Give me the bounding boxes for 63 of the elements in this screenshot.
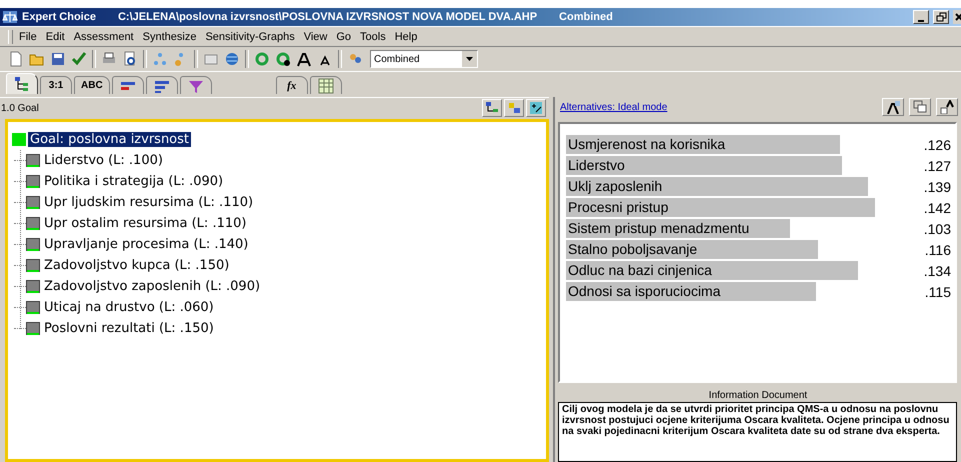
alternative-name: Stalno poboljsavanje [568, 241, 698, 257]
app-icon [2, 10, 18, 24]
tree-node[interactable]: Goal: poslovna izvrsnost [28, 132, 192, 147]
grid-icon [318, 78, 334, 94]
priority-value: .127 [922, 158, 951, 174]
font-larger-icon[interactable] [296, 51, 312, 67]
tree-node[interactable]: Upr ostalim resursima (L: .110) [42, 216, 248, 231]
alternative-name: Liderstvo [568, 157, 625, 173]
menu-item[interactable]: Tools [360, 30, 386, 44]
menu-item[interactable]: Synthesize [142, 30, 196, 44]
menu-item[interactable]: View [304, 30, 328, 44]
tree-node[interactable]: Uticaj na drustvo (L: .060) [42, 300, 216, 315]
alternatives-link[interactable]: Alternatives: Ideal mode [560, 102, 668, 112]
menu-item[interactable]: Edit [46, 30, 65, 44]
globe-icon[interactable] [224, 51, 240, 67]
nodes-icon[interactable] [152, 51, 168, 67]
caret-icon [466, 57, 473, 61]
expand-icon[interactable] [913, 100, 927, 114]
alternative-name: Sistem pristup menadzmentu [568, 220, 750, 236]
checkmark-icon[interactable] [71, 51, 87, 67]
node-path: 1.0 Goal [1, 102, 39, 114]
alternative-name: Procesni pristup [568, 199, 668, 215]
alternative-name: Odluc na bazi cinjenica [568, 262, 712, 278]
close-icon[interactable] [953, 10, 961, 24]
restore-icon[interactable] [933, 10, 949, 24]
tab[interactable]: ABC [74, 76, 110, 94]
tree-node[interactable]: Politika i strategija (L: .090) [42, 174, 226, 189]
priority-value: .103 [922, 220, 951, 236]
information-text: Cilj ovog modela je da se utvrdi prioritet principa QMS-a u odnosu na poslovnu izvrsnost postujuci ocjene kriterijuma Oscara kvaliteta. Ocjene principa u odnosu na svaki pojedinacni kriterijum Oscara kvaliteta date su od strane dva eksperta. [558, 402, 957, 462]
tree-node[interactable]: Upravljanje procesima (L: .140) [42, 237, 250, 252]
menu-item[interactable]: Sensitivity-Graphs [205, 30, 295, 44]
menu-item[interactable]: Help [394, 30, 418, 44]
priority-value: .116 [924, 242, 951, 258]
section-title: Information Document [708, 389, 808, 402]
menu-item[interactable]: Go [336, 30, 352, 44]
menu-item[interactable]: Assessment [74, 30, 134, 44]
tree-view-icon [14, 76, 30, 92]
tab[interactable]: fx [276, 76, 308, 94]
alternative-name: Uklj zaposlenih [568, 178, 662, 194]
tree-node[interactable]: Upr ljudskim resursima (L: .110) [42, 195, 256, 210]
tab[interactable]: 3:1 [40, 76, 72, 94]
app-name: Expert Choice [22, 11, 96, 23]
preview-icon[interactable] [122, 51, 138, 67]
hierarchy-icon[interactable] [485, 101, 499, 115]
file-path: C:\JELENA\poslovna izvrsnost\POSLOVNA IZVRSNOST NOVA MODEL DVA.AHP [118, 11, 538, 23]
tree-node[interactable]: Zadovoljstvo kupca (L: .150) [42, 258, 232, 273]
priority-value: .126 [922, 136, 951, 152]
tree-node[interactable]: Liderstvo (L: .100) [42, 153, 165, 168]
goal-node-icon [12, 133, 26, 146]
mode-label: Combined [559, 11, 613, 23]
priority-value: .115 [924, 284, 951, 300]
plus-minus-icon[interactable] [529, 101, 543, 115]
alternative-name: Odnosi sa isporuciocima [568, 283, 721, 299]
alternative-name: Usmjerenost na korisnika [568, 136, 726, 152]
priority-value: .139 [922, 178, 951, 194]
menu-item[interactable]: File [19, 30, 37, 44]
tree-node[interactable]: Poslovni rezultati (L: .150) [42, 321, 216, 336]
minimize-icon[interactable] [913, 10, 929, 24]
document-icon[interactable] [8, 51, 24, 67]
priority-value: .134 [922, 262, 951, 278]
priority-value: .142 [922, 200, 951, 216]
mode-dropdown[interactable]: Combined [370, 50, 478, 68]
tree-node[interactable]: Zadovoljstvo zaposlenih (L: .090) [42, 279, 262, 294]
